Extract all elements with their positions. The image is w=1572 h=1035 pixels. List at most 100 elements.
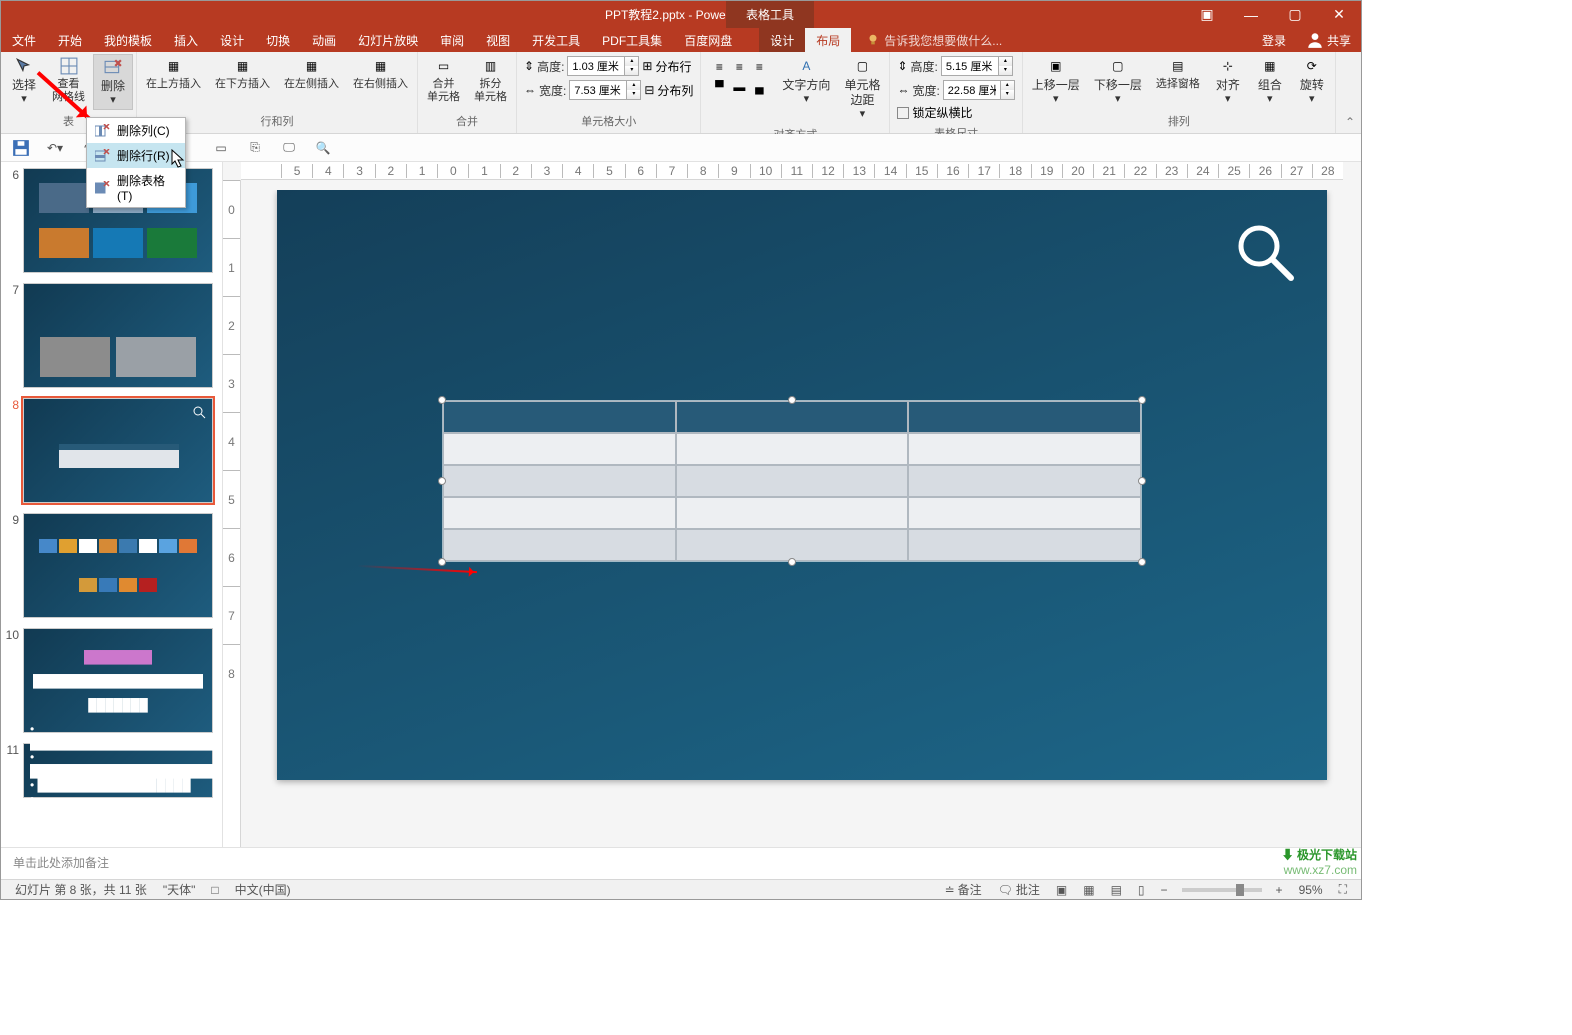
login-button[interactable]: 登录 bbox=[1252, 32, 1296, 49]
fit-to-window-button[interactable]: ⛶ bbox=[1331, 882, 1355, 897]
cell-width-input[interactable]: ▴▾ bbox=[569, 80, 641, 100]
tab-pdf-tools[interactable]: PDF工具集 bbox=[591, 28, 673, 52]
sorter-view-button[interactable]: ▦ bbox=[1075, 883, 1102, 897]
zoom-value[interactable]: 95% bbox=[1291, 883, 1331, 897]
insert-above-button[interactable]: ▦在上方插入 bbox=[140, 54, 207, 93]
slide-editor[interactable]: 5432101234567891011121314151617181920212… bbox=[223, 162, 1361, 847]
delete-column-icon bbox=[95, 124, 111, 138]
tab-review[interactable]: 审阅 bbox=[429, 28, 475, 52]
table-width-input[interactable]: ▴▾ bbox=[943, 80, 1015, 100]
tool-icon-2[interactable]: ⎘ bbox=[245, 138, 265, 158]
send-backward-button[interactable]: ▢下移一层▾ bbox=[1088, 54, 1148, 108]
tab-devtools[interactable]: 开发工具 bbox=[521, 28, 591, 52]
cell-height-icon: ⇕ bbox=[524, 59, 534, 73]
tab-file[interactable]: 文件 bbox=[1, 28, 47, 52]
quick-access-toolbar: ↶▾ ↷ ▯ ▭ ⎘ 🖵 🔍 bbox=[1, 134, 1361, 162]
notes-pane[interactable]: 单击此处添加备注 bbox=[1, 847, 1361, 879]
insert-below-button[interactable]: ▦在下方插入 bbox=[209, 54, 276, 93]
selection-pane-button[interactable]: ▤选择窗格 bbox=[1150, 54, 1206, 93]
delete-column-item[interactable]: 删除列(C) bbox=[87, 118, 185, 143]
margins-icon: ▢ bbox=[852, 56, 872, 76]
tool-icon-3[interactable]: 🖵 bbox=[279, 138, 299, 158]
ribbon: 选择▾ 查看 网格线 删除▾ 表 ▦在上方插入 ▦在下方插入 ▦在左侧插入 ▦在… bbox=[1, 52, 1361, 134]
theme-name: "天体" bbox=[155, 881, 204, 898]
annotation-arrow-icon bbox=[357, 565, 477, 573]
lock-aspect-checkbox[interactable] bbox=[897, 107, 909, 119]
spellcheck-icon[interactable]: □ bbox=[203, 883, 226, 897]
table-height-input[interactable]: ▴▾ bbox=[941, 56, 1013, 76]
distribute-cols-icon: ⊟ bbox=[644, 83, 654, 97]
language-indicator[interactable]: 中文(中国) bbox=[227, 881, 299, 898]
align-right-button[interactable]: ≡ bbox=[750, 58, 768, 76]
comments-toggle[interactable]: 🗨 批注 bbox=[990, 881, 1048, 898]
tab-view[interactable]: 视图 bbox=[475, 28, 521, 52]
zoom-out-button[interactable]: − bbox=[1153, 883, 1176, 897]
tab-animations[interactable]: 动画 bbox=[301, 28, 347, 52]
minimize-button[interactable]: — bbox=[1229, 1, 1273, 28]
select-button[interactable]: 选择▾ bbox=[4, 54, 44, 108]
tool-icon-1[interactable]: ▭ bbox=[211, 138, 231, 158]
zoom-slider[interactable] bbox=[1182, 888, 1262, 892]
collapse-ribbon-button[interactable]: ⌃ bbox=[1345, 115, 1355, 129]
thumbnail-slide-9[interactable] bbox=[23, 513, 213, 618]
contextual-tab-title: 表格工具 bbox=[726, 1, 814, 28]
notes-toggle[interactable]: ≐ 备注 bbox=[937, 881, 990, 898]
mouse-cursor-icon bbox=[171, 149, 187, 169]
slide-canvas[interactable] bbox=[277, 190, 1327, 780]
table-width-icon: ⇔ bbox=[897, 83, 909, 97]
bring-forward-button[interactable]: ▣上移一层▾ bbox=[1026, 54, 1086, 108]
tab-my-templates[interactable]: 我的模板 bbox=[93, 28, 163, 52]
cell-height-input[interactable]: ▴▾ bbox=[567, 56, 639, 76]
merge-cells-button[interactable]: ▭合并 单元格 bbox=[421, 54, 466, 106]
thumbnail-slide-11[interactable]: • ███████████████████████████• █████████… bbox=[23, 743, 213, 798]
tab-home[interactable]: 开始 bbox=[47, 28, 93, 52]
valign-mid-button[interactable]: ▬ bbox=[730, 78, 748, 96]
reading-view-button[interactable]: ▤ bbox=[1103, 883, 1130, 897]
zoom-in-button[interactable]: + bbox=[1268, 883, 1291, 897]
table-object[interactable] bbox=[442, 400, 1142, 562]
tab-design[interactable]: 设计 bbox=[209, 28, 255, 52]
close-button[interactable]: ✕ bbox=[1317, 1, 1361, 28]
share-button[interactable]: 共享 bbox=[1296, 31, 1361, 49]
align-center-button[interactable]: ≡ bbox=[730, 58, 748, 76]
tab-baidu-disk[interactable]: 百度网盘 bbox=[673, 28, 743, 52]
insert-left-button[interactable]: ▦在左侧插入 bbox=[278, 54, 345, 93]
slide-thumbnails-pane[interactable]: 6 7 8 9 10 █████████████████████████████… bbox=[1, 162, 223, 847]
thumbnail-slide-10[interactable]: ███████████████████████████████████ bbox=[23, 628, 213, 733]
selection-pane-icon: ▤ bbox=[1168, 56, 1188, 76]
workspace: 6 7 8 9 10 █████████████████████████████… bbox=[1, 162, 1361, 847]
text-direction-button[interactable]: A文字方向▾ bbox=[776, 54, 836, 108]
distribute-cols-button[interactable]: 分布列 bbox=[657, 82, 693, 99]
group-button[interactable]: ▦组合▾ bbox=[1250, 54, 1290, 108]
delete-button[interactable]: 删除▾ bbox=[93, 54, 133, 110]
slideshow-view-button[interactable]: ▯ bbox=[1130, 883, 1153, 897]
valign-bot-button[interactable]: ▄ bbox=[750, 78, 768, 96]
save-icon[interactable] bbox=[11, 138, 31, 158]
thumbnail-slide-8[interactable] bbox=[23, 398, 213, 503]
undo-button[interactable]: ↶▾ bbox=[45, 138, 65, 158]
tab-insert[interactable]: 插入 bbox=[163, 28, 209, 52]
tell-me-search[interactable]: 告诉我您想要做什么... bbox=[866, 28, 1002, 52]
split-cells-button[interactable]: ▥拆分 单元格 bbox=[468, 54, 513, 106]
cell-height-label: 高度: bbox=[537, 58, 564, 75]
delete-row-icon bbox=[95, 149, 111, 163]
tab-table-layout[interactable]: 布局 bbox=[805, 28, 851, 52]
autofill-icon[interactable]: ▣ bbox=[1185, 1, 1229, 28]
thumbnail-slide-7[interactable] bbox=[23, 283, 213, 388]
maximize-button[interactable]: ▢ bbox=[1273, 1, 1317, 28]
valign-top-button[interactable]: ▀ bbox=[710, 78, 728, 96]
delete-table-item[interactable]: 删除表格(T) bbox=[87, 168, 185, 207]
rotate-button[interactable]: ⟳旋转▾ bbox=[1292, 54, 1332, 108]
tab-table-design[interactable]: 设计 bbox=[759, 28, 805, 52]
tab-transitions[interactable]: 切换 bbox=[255, 28, 301, 52]
distribute-rows-button[interactable]: 分布行 bbox=[655, 58, 691, 75]
tab-slideshow[interactable]: 幻灯片放映 bbox=[347, 28, 429, 52]
align-left-button[interactable]: ≡ bbox=[710, 58, 728, 76]
align-icon: ⊹ bbox=[1218, 56, 1238, 76]
watermark: ⬇ 极光下载站 www.xz7.com bbox=[1282, 846, 1357, 877]
tool-icon-4[interactable]: 🔍 bbox=[313, 138, 333, 158]
cell-margins-button[interactable]: ▢单元格 边距▾ bbox=[838, 54, 886, 124]
normal-view-button[interactable]: ▣ bbox=[1048, 883, 1075, 897]
insert-right-button[interactable]: ▦在右侧插入 bbox=[347, 54, 414, 93]
align-button[interactable]: ⊹对齐▾ bbox=[1208, 54, 1248, 108]
